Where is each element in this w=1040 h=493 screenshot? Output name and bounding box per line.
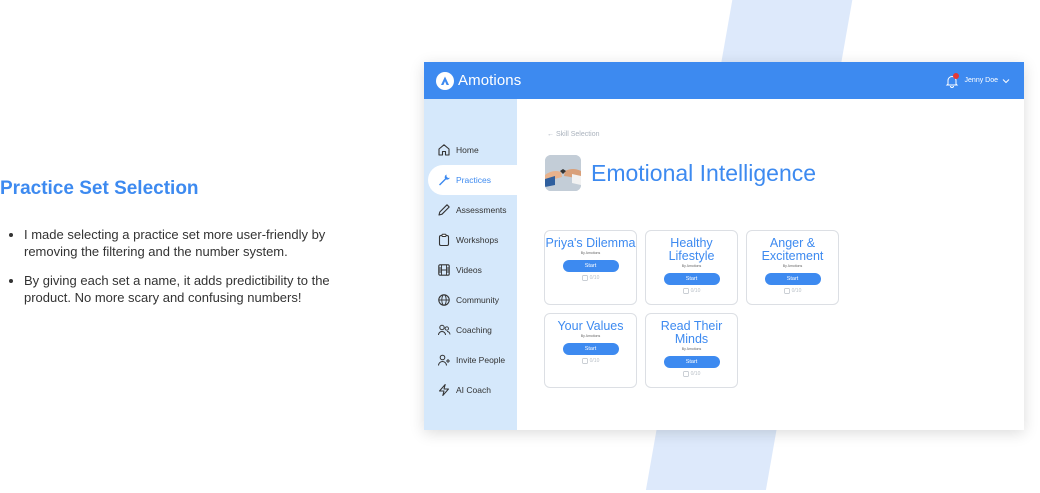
sidebar-item-label: Workshops: [456, 235, 499, 245]
card-title: Healthy Lifestyle: [668, 236, 715, 263]
sidebar-item-workshops[interactable]: Workshops: [424, 225, 517, 255]
sidebar-item-label: Invite People: [456, 355, 506, 365]
user-menu[interactable]: Jenny Doe: [945, 72, 1010, 88]
description-heading: Practice Set Selection: [0, 178, 199, 199]
sidebar-item-invite-people[interactable]: Invite People: [424, 345, 517, 375]
sidebar-item-label: Coaching: [456, 325, 492, 335]
progress-count: 0/10: [690, 371, 701, 377]
notification-bell-icon[interactable]: [945, 72, 959, 88]
card-progress: 0/10: [581, 275, 600, 281]
sidebar-item-label: AI Coach: [456, 385, 491, 395]
sidebar-item-community[interactable]: Community: [424, 285, 517, 315]
sidebar-item-label: Home: [456, 145, 479, 155]
sidebar-item-coaching[interactable]: Coaching: [424, 315, 517, 345]
progress-count: 0/10: [589, 358, 600, 364]
title-row: Emotional Intelligence: [545, 155, 816, 191]
practice-set-card[interactable]: Anger & Excitement By Amotions Start 0/1…: [746, 230, 839, 305]
lightning-icon: [439, 384, 449, 396]
start-button[interactable]: Start: [562, 343, 619, 355]
start-button[interactable]: Start: [663, 273, 720, 285]
practice-set-card[interactable]: Healthy Lifestyle By Amotions Start 0/10: [645, 230, 738, 305]
breadcrumb[interactable]: ← Skill Selection: [547, 131, 600, 138]
sidebar-item-ai-coach[interactable]: AI Coach: [424, 375, 517, 405]
card-author: By Amotions: [681, 264, 702, 268]
card-progress: 0/10: [581, 358, 600, 364]
sidebar-item-videos[interactable]: Videos: [424, 255, 517, 285]
description-bullet: I made selecting a practice set more use…: [6, 226, 380, 260]
user-name: Jenny Doe: [964, 77, 998, 84]
pencil-icon: [438, 204, 450, 216]
card-author: By Amotions: [580, 251, 601, 255]
chevron-down-icon: [1002, 78, 1010, 83]
sidebar-item-assessments[interactable]: Assessments: [424, 195, 517, 225]
progress-icon: [682, 288, 689, 294]
sidebar-item-label: Assessments: [456, 205, 507, 215]
skill-thumbnail: [545, 155, 581, 191]
sidebar: Home Practices Assessments Workshops Vid…: [424, 99, 517, 430]
description-list: I made selecting a practice set more use…: [0, 226, 380, 306]
sidebar-item-home[interactable]: Home: [424, 135, 517, 165]
practice-set-card[interactable]: Priya's Dilemma By Amotions Start 0/10: [544, 230, 637, 305]
practice-set-card[interactable]: Read Their Minds By Amotions Start 0/10: [645, 313, 738, 388]
card-title: Your Values: [557, 319, 624, 333]
app-window: Amotions Jenny Doe Home Practices Assess…: [424, 62, 1024, 430]
sidebar-item-practices[interactable]: Practices: [428, 165, 517, 195]
start-button[interactable]: Start: [764, 273, 821, 285]
practice-set-grid: Priya's Dilemma By Amotions Start 0/10 H…: [544, 230, 854, 388]
progress-count: 0/10: [791, 288, 802, 294]
card-title: Priya's Dilemma: [545, 236, 636, 250]
card-title: Anger & Excitement: [761, 236, 824, 263]
progress-icon: [682, 371, 689, 377]
film-icon: [438, 264, 450, 276]
user-plus-icon: [438, 354, 450, 366]
main-content: ← Skill Selection Emotional Intelligence…: [517, 99, 1024, 430]
card-author: By Amotions: [681, 347, 702, 351]
wrench-icon: [439, 174, 450, 186]
card-progress: 0/10: [682, 288, 701, 294]
globe-icon: [438, 294, 450, 306]
brand[interactable]: Amotions: [436, 71, 522, 90]
card-title: Read Their Minds: [660, 319, 723, 346]
notification-dot: [952, 72, 959, 79]
sidebar-item-label: Practices: [456, 175, 491, 185]
card-author: By Amotions: [782, 264, 803, 268]
sidebar-item-label: Community: [456, 295, 499, 305]
card-progress: 0/10: [783, 288, 802, 294]
progress-icon: [581, 358, 588, 364]
page-title: Emotional Intelligence: [591, 159, 817, 186]
progress-count: 0/10: [589, 275, 600, 281]
card-author: By Amotions: [580, 334, 601, 338]
description-panel: Practice Set Selection I made selecting …: [0, 178, 380, 318]
brand-name: Amotions: [458, 72, 522, 89]
sidebar-item-label: Videos: [456, 265, 482, 275]
progress-count: 0/10: [690, 288, 701, 294]
amotions-logo-icon: [436, 71, 454, 90]
card-progress: 0/10: [682, 371, 701, 377]
top-bar: Amotions Jenny Doe: [424, 62, 1024, 99]
description-bullet: By giving each set a name, it adds predi…: [6, 272, 380, 306]
start-button[interactable]: Start: [663, 356, 720, 368]
clipboard-icon: [438, 233, 450, 247]
home-icon: [438, 144, 450, 156]
users-icon: [438, 324, 451, 336]
progress-icon: [581, 275, 588, 281]
progress-icon: [783, 288, 790, 294]
start-button[interactable]: Start: [562, 260, 619, 272]
practice-set-card[interactable]: Your Values By Amotions Start 0/10: [544, 313, 637, 388]
